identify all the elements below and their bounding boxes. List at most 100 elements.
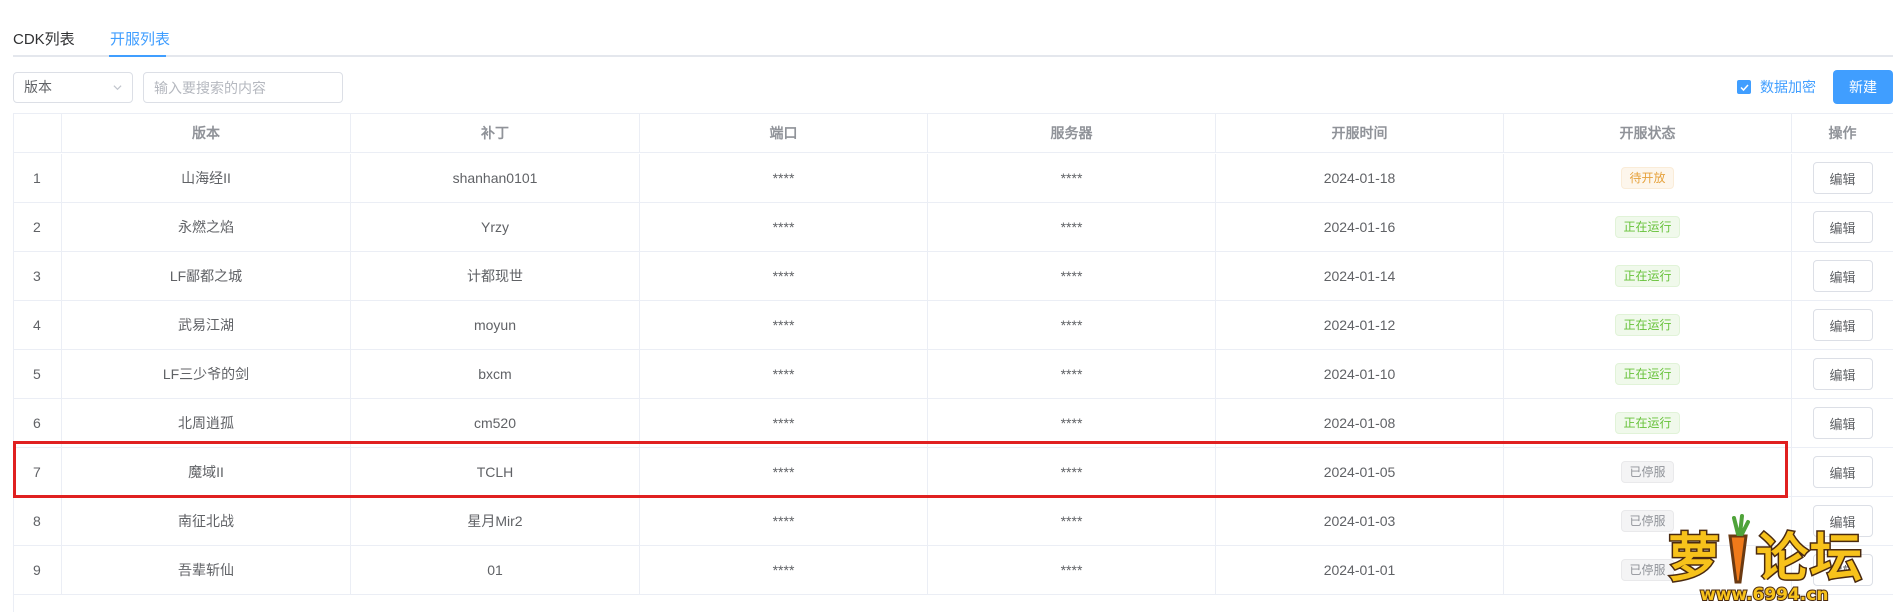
table-header: 版本 补丁 端口 服务器 开服时间 开服状态 操作: [14, 114, 1893, 153]
cell-port: ****: [640, 497, 928, 545]
cell-version: 南征北战: [62, 497, 351, 545]
cell-server: ****: [928, 203, 1216, 251]
tab-cdk-list[interactable]: CDK列表: [13, 28, 75, 49]
cell-version: 北周逍孤: [62, 399, 351, 447]
cell-index: 8: [14, 497, 62, 545]
table-row: 8 南征北战 星月Mir2 **** **** 2024-01-03 已停服 编辑: [14, 497, 1893, 546]
table-row: 7 魔域II TCLH **** **** 2024-01-05 已停服 编辑: [14, 448, 1893, 497]
cell-port: ****: [640, 203, 928, 251]
cell-actions: 编辑: [1792, 301, 1893, 349]
select-value: 版本: [24, 79, 52, 95]
cell-index: 2: [14, 203, 62, 251]
cell-version: 武易江湖: [62, 301, 351, 349]
cell-server: ****: [928, 546, 1216, 594]
cell-actions: 编辑: [1792, 350, 1893, 398]
edit-button[interactable]: 编辑: [1812, 407, 1873, 439]
cell-version: 永燃之焰: [62, 203, 351, 251]
cell-index: 6: [14, 399, 62, 447]
edit-button[interactable]: 编辑: [1812, 260, 1873, 292]
tab-bar: CDK列表 开服列表: [13, 0, 1893, 57]
status-badge: 正在运行: [1615, 314, 1680, 336]
data-encrypt-checkbox[interactable]: 数据加密: [1737, 79, 1816, 95]
table-row: 4 武易江湖 moyun **** **** 2024-01-12 正在运行 编辑: [14, 301, 1893, 350]
cell-status: 正在运行: [1504, 203, 1792, 251]
header-open-date: 开服时间: [1216, 114, 1504, 152]
cell-version: LF鄙都之城: [62, 252, 351, 300]
cell-port: ****: [640, 399, 928, 447]
status-badge: 正在运行: [1615, 216, 1680, 238]
checkbox-checked-icon[interactable]: [1737, 80, 1751, 94]
logo-char-1: 萝: [1668, 529, 1720, 589]
cell-actions: 编辑: [1792, 203, 1893, 251]
status-badge: 已停服: [1621, 461, 1674, 483]
cell-open-date: 2024-01-03: [1216, 497, 1504, 545]
status-badge: 正在运行: [1615, 412, 1680, 434]
cell-status: 待开放: [1504, 154, 1792, 202]
status-badge: 正在运行: [1615, 265, 1680, 287]
status-badge: 正在运行: [1615, 363, 1680, 385]
new-button[interactable]: 新建: [1833, 70, 1893, 104]
cell-index: 3: [14, 252, 62, 300]
cell-actions: 编辑: [1792, 448, 1893, 496]
cell-actions: 编辑: [1792, 399, 1893, 447]
cell-version: 魔域II: [62, 448, 351, 496]
cell-server: ****: [928, 497, 1216, 545]
cell-open-date: 2024-01-12: [1216, 301, 1504, 349]
cell-patch: bxcm: [351, 350, 640, 398]
header-server: 服务器: [928, 114, 1216, 152]
cell-status: 正在运行: [1504, 350, 1792, 398]
cell-open-date: 2024-01-08: [1216, 399, 1504, 447]
cell-index: 9: [14, 546, 62, 594]
logo-char-3: 论: [1756, 529, 1809, 589]
edit-button[interactable]: 编辑: [1812, 162, 1873, 194]
table-row: 9 吾辈斩仙 01 **** **** 2024-01-01 已停服 编辑: [14, 546, 1893, 595]
cell-open-date: 2024-01-10: [1216, 350, 1504, 398]
edit-button[interactable]: 编辑: [1812, 211, 1873, 243]
tab-server-list[interactable]: 开服列表: [110, 28, 170, 49]
table-row: 3 LF鄙都之城 计都现世 **** **** 2024-01-14 正在运行 编辑: [14, 252, 1893, 301]
cell-index: 5: [14, 350, 62, 398]
cell-server: ****: [928, 154, 1216, 202]
search-input[interactable]: [143, 72, 343, 103]
logo-char-4: 坛: [1810, 529, 1862, 589]
cell-status: 正在运行: [1504, 252, 1792, 300]
cell-open-date: 2024-01-05: [1216, 448, 1504, 496]
cell-version: LF三少爷的剑: [62, 350, 351, 398]
cell-status: 已停服: [1504, 448, 1792, 496]
cell-open-date: 2024-01-01: [1216, 546, 1504, 594]
cell-port: ****: [640, 546, 928, 594]
cell-server: ****: [928, 350, 1216, 398]
cell-patch: TCLH: [351, 448, 640, 496]
search-field-select[interactable]: 版本: [13, 72, 133, 103]
cell-version: 吾辈斩仙: [62, 546, 351, 594]
header-port: 端口: [640, 114, 928, 152]
cell-open-date: 2024-01-18: [1216, 154, 1504, 202]
active-tab-indicator: [109, 55, 166, 57]
cell-patch: 计都现世: [351, 252, 640, 300]
status-badge: 待开放: [1621, 167, 1674, 189]
cell-port: ****: [640, 154, 928, 202]
cell-status: 正在运行: [1504, 399, 1792, 447]
header-version: 版本: [62, 114, 351, 152]
chevron-down-icon: [113, 85, 122, 91]
cell-patch: moyun: [351, 301, 640, 349]
edit-button[interactable]: 编辑: [1812, 358, 1873, 390]
cell-actions: 编辑: [1792, 252, 1893, 300]
cell-open-date: 2024-01-14: [1216, 252, 1504, 300]
cell-patch: 星月Mir2: [351, 497, 640, 545]
cell-server: ****: [928, 448, 1216, 496]
edit-button[interactable]: 编辑: [1812, 456, 1873, 488]
header-status: 开服状态: [1504, 114, 1792, 152]
cell-server: ****: [928, 399, 1216, 447]
cell-port: ****: [640, 350, 928, 398]
table-row: 6 北周逍孤 cm520 **** **** 2024-01-08 正在运行 编辑: [14, 399, 1893, 448]
cell-status: 正在运行: [1504, 301, 1792, 349]
cell-version: 山海经II: [62, 154, 351, 202]
cell-patch: 01: [351, 546, 640, 594]
data-encrypt-label: 数据加密: [1760, 79, 1816, 95]
cell-index: 1: [14, 154, 62, 202]
cell-port: ****: [640, 252, 928, 300]
cell-index: 4: [14, 301, 62, 349]
header-actions: 操作: [1792, 114, 1893, 152]
edit-button[interactable]: 编辑: [1812, 309, 1873, 341]
